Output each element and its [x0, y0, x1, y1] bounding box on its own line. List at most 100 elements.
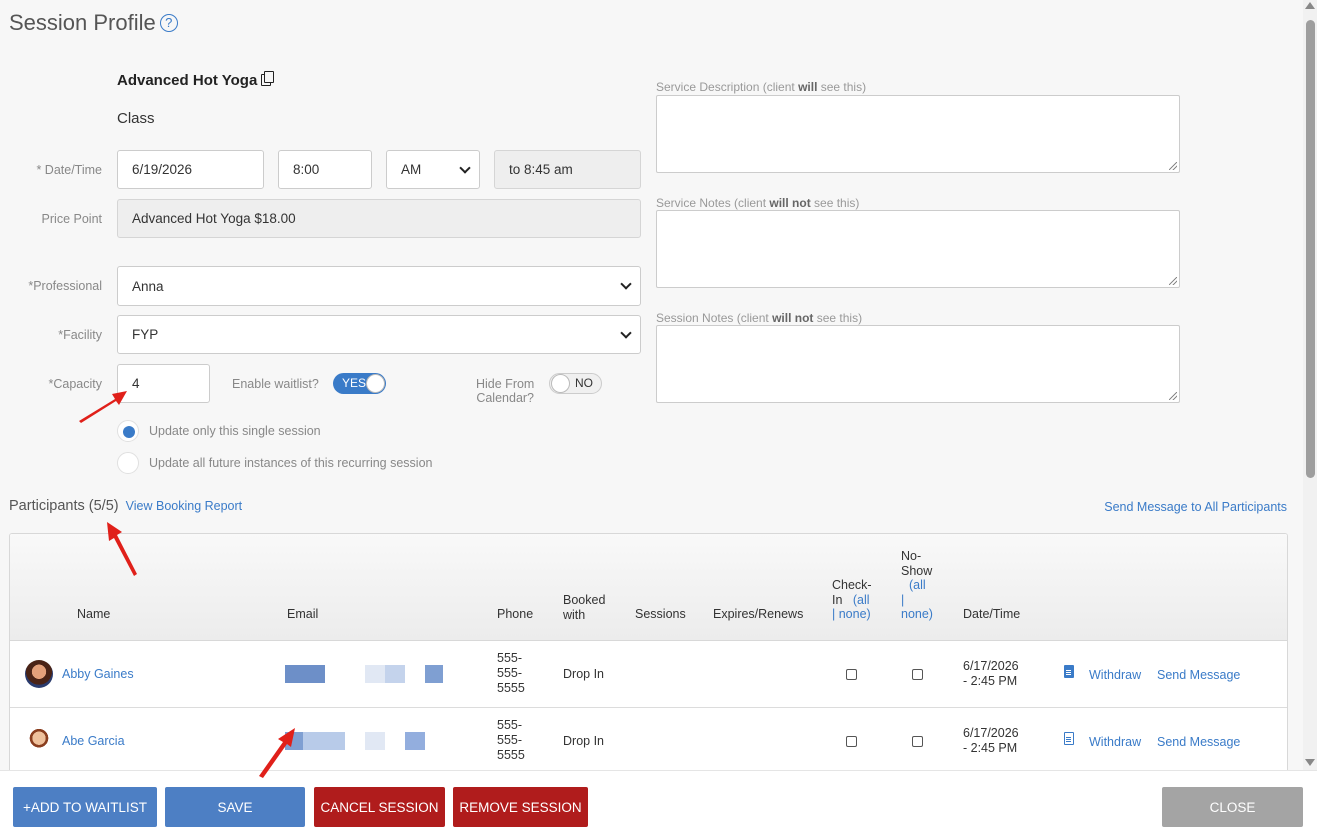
price-point-display: Advanced Hot Yoga $18.00: [117, 199, 641, 238]
hide-calendar-toggle[interactable]: NO: [549, 373, 602, 394]
session-profile-panel: Session Profile? Advanced Hot Yoga Class…: [0, 0, 1303, 770]
annotation-arrow: [259, 728, 295, 778]
service-notes-textarea[interactable]: [656, 210, 1180, 288]
email-redacted: [365, 665, 405, 683]
booking-datetime: 6/17/2026 - 2:45 PM: [963, 659, 1019, 689]
label-text: see this): [817, 80, 867, 94]
table-row: Abe Garcia 555- 555- 5555 Drop In 6/17/2…: [10, 708, 1287, 770]
booking-date: 6/17/2026: [963, 726, 1019, 740]
participant-name-link[interactable]: Abby Gaines: [62, 667, 134, 682]
radio-single-session-label: Update only this single session: [149, 424, 321, 438]
col-checkin: Check- In (all | none): [832, 578, 872, 622]
col-name: Name: [77, 607, 111, 621]
col-phone: Phone: [497, 607, 534, 621]
checkin-checkbox[interactable]: [846, 736, 857, 747]
withdraw-link[interactable]: Withdraw: [1089, 735, 1141, 750]
document-icon[interactable]: [1064, 665, 1074, 678]
phone-part: 5555: [497, 748, 525, 762]
save-button[interactable]: SAVE: [165, 787, 305, 827]
table-header: Name Email Phone Booked with Sessions Ex…: [10, 534, 1287, 641]
noshow-checkbox[interactable]: [912, 736, 923, 747]
document-icon[interactable]: [1064, 732, 1074, 745]
col-noshow-line2: Show: [901, 563, 933, 578]
booking-time: - 2:45 PM: [963, 674, 1018, 688]
add-to-waitlist-button[interactable]: +ADD TO WAITLIST: [13, 787, 157, 827]
send-message-link[interactable]: Send Message: [1157, 735, 1240, 750]
copy-icon[interactable]: [261, 71, 275, 86]
chevron-down-icon: [620, 278, 632, 290]
toggle-knob: [551, 374, 570, 393]
label-bold: will: [798, 80, 818, 94]
date-input[interactable]: 6/19/2026: [117, 150, 264, 189]
resize-grip-icon[interactable]: [1169, 162, 1177, 170]
checkin-none-link[interactable]: | none): [832, 607, 872, 622]
ampm-select[interactable]: AM: [386, 150, 480, 189]
ampm-value: AM: [401, 162, 422, 177]
facility-label: *Facility: [58, 328, 102, 342]
withdraw-link[interactable]: Withdraw: [1089, 668, 1141, 683]
facility-value: FYP: [132, 327, 159, 342]
scrollbar-thumb[interactable]: [1306, 20, 1315, 478]
resize-grip-icon[interactable]: [1169, 277, 1177, 285]
annotation-arrow: [79, 391, 127, 423]
service-type: Class: [117, 110, 155, 127]
phone-part: 555-: [497, 733, 523, 747]
checkin-checkbox[interactable]: [846, 669, 857, 680]
participants-count: Participants (5/5): [9, 498, 119, 514]
participant-name-link[interactable]: Abe Garcia: [62, 734, 125, 749]
booking-time: - 2:45 PM: [963, 741, 1018, 755]
label-text: see this): [813, 311, 863, 325]
remove-session-button[interactable]: REMOVE SESSION: [453, 787, 588, 827]
phone-part: 5555: [497, 681, 525, 695]
col-checkin-line2: In: [832, 592, 843, 607]
view-booking-report-link[interactable]: View Booking Report: [126, 499, 243, 513]
waitlist-toggle-label: YES: [342, 376, 367, 390]
col-booked-line2: with: [563, 607, 586, 622]
help-icon[interactable]: ?: [159, 14, 178, 32]
noshow-none-link[interactable]: none): [901, 607, 933, 622]
waitlist-toggle[interactable]: YES: [333, 373, 386, 394]
vertical-scrollbar[interactable]: [1303, 0, 1317, 770]
noshow-checkbox[interactable]: [912, 669, 923, 680]
scroll-up-icon[interactable]: [1305, 2, 1315, 9]
col-noshow-line1: No-: [901, 549, 922, 563]
service-description-textarea[interactable]: [656, 95, 1180, 173]
scroll-down-icon[interactable]: [1305, 759, 1315, 766]
booked-with: Drop In: [563, 667, 604, 681]
label-text: see this): [810, 196, 860, 210]
service-description-label: Service Description (client will see thi…: [656, 80, 866, 94]
page-title-text: Session Profile: [9, 10, 156, 35]
label-text: Session Notes (client: [656, 311, 773, 325]
email-redacted: [365, 732, 385, 750]
datetime-label: * Date/Time: [36, 163, 102, 177]
page-title: Session Profile?: [9, 10, 178, 36]
booked-with: Drop In: [563, 734, 604, 748]
time-input[interactable]: 8:00: [278, 150, 372, 189]
session-notes-label: Session Notes (client will not see this): [656, 311, 862, 325]
session-notes-textarea[interactable]: [656, 325, 1180, 403]
radio-all-future[interactable]: [117, 452, 139, 474]
professional-select[interactable]: Anna: [117, 266, 641, 306]
professional-value: Anna: [132, 278, 164, 294]
resize-grip-icon[interactable]: [1169, 392, 1177, 400]
col-datetime: Date/Time: [963, 607, 1021, 621]
waitlist-label: Enable waitlist?: [232, 377, 319, 391]
chevron-down-icon: [459, 161, 471, 174]
send-message-link[interactable]: Send Message: [1157, 668, 1240, 683]
annotation-arrow: [107, 522, 137, 576]
checkin-all-link[interactable]: (all: [853, 593, 870, 607]
cancel-session-button[interactable]: CANCEL SESSION: [314, 787, 445, 827]
facility-select[interactable]: FYP: [117, 315, 641, 354]
price-label: Price Point: [41, 212, 102, 226]
email-redacted: [425, 665, 443, 683]
col-noshow: No- Show (all | none): [901, 549, 933, 622]
label-text: Service Description (client: [656, 80, 799, 94]
phone-part: 555-: [497, 718, 523, 732]
noshow-all-link[interactable]: (all: [901, 578, 933, 593]
service-notes-label: Service Notes (client will not see this): [656, 196, 859, 210]
send-message-all-link[interactable]: Send Message to All Participants: [1104, 500, 1287, 514]
footer-actions: +ADD TO WAITLIST SAVE CANCEL SESSION REM…: [0, 770, 1317, 837]
close-button[interactable]: CLOSE: [1162, 787, 1303, 827]
col-sessions: Sessions: [635, 607, 686, 621]
phone: 555- 555- 5555: [497, 718, 525, 763]
